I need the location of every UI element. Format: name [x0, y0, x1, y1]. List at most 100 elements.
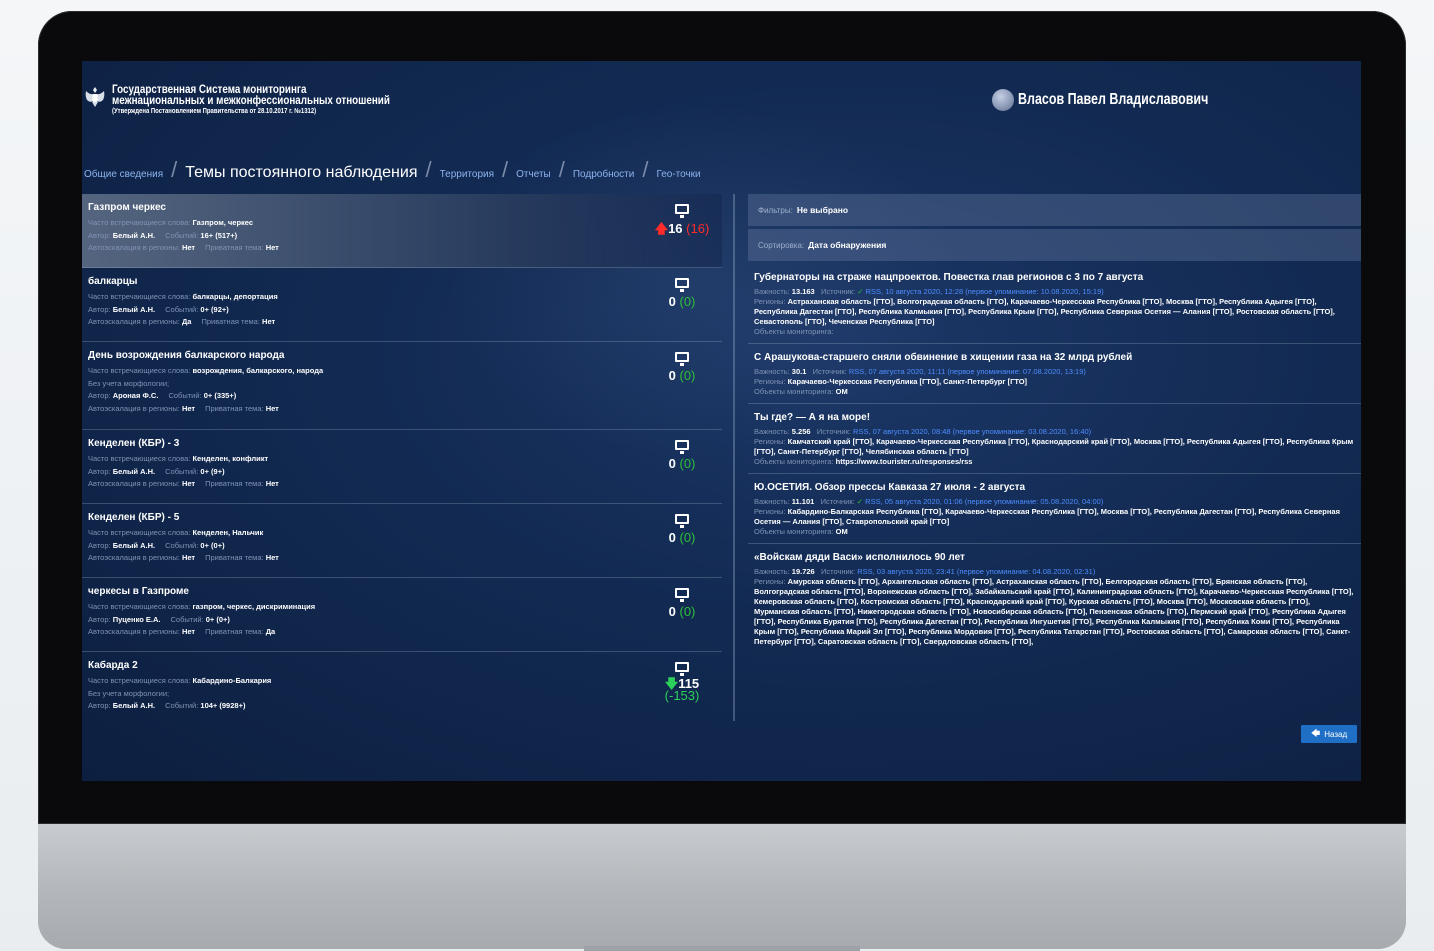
monitor-icon[interactable]: [675, 204, 689, 218]
topic-title: День возрождения балкарского народа: [88, 350, 285, 361]
topic-events: 0+ (9+): [200, 466, 225, 476]
topic-private: Нет: [265, 403, 279, 413]
check-icon: ✓: [857, 287, 864, 296]
news-title[interactable]: Губернаторы на страже нацпроектов. Повес…: [754, 272, 1355, 283]
topic-auto: Нет: [181, 627, 196, 636]
sort-bar[interactable]: Сортировка: Дата обнаружения: [748, 229, 1361, 261]
news-item[interactable]: «Войскам дяди Васи» исполнилось 90 лет В…: [748, 544, 1361, 653]
news-regions: Камчатский край [ГТО], Карачаево-Черкесс…: [754, 437, 1354, 456]
importance-label: Важность:: [754, 427, 790, 436]
news-importance: 30.1: [791, 367, 807, 376]
sort-value[interactable]: Дата обнаружения: [808, 240, 886, 250]
arrow-up-icon: 🡅: [654, 221, 669, 236]
breadcrumb-details[interactable]: Подробности: [573, 169, 634, 180]
objects-label: Объекты мониторинга:: [754, 387, 834, 396]
monitor-icon[interactable]: [675, 278, 689, 292]
monitor-icon[interactable]: [675, 352, 689, 366]
topic-auto: Нет: [181, 403, 196, 413]
topic-item[interactable]: балкарцы Часто встречающиеся слова: балк…: [82, 268, 722, 342]
breadcrumb-territory[interactable]: Территория: [440, 169, 494, 180]
news-source[interactable]: RSS, 03 августа 2020, 23:41 (первое упом…: [857, 567, 1095, 576]
topic-words: газпром, черкес, дискриминация: [192, 602, 316, 611]
topic-events: 16+ (517+): [200, 230, 238, 240]
avatar[interactable]: [992, 89, 1014, 111]
topic-item-selected[interactable]: Газпром черкес Часто встречающиеся слова…: [82, 194, 722, 268]
news-objects: ОМ: [835, 387, 848, 396]
user-name[interactable]: Власов Павел Владиславович: [1018, 91, 1208, 109]
filter-value[interactable]: Не выбрано: [797, 205, 848, 215]
breadcrumb-geo-points[interactable]: Гео-точки: [656, 169, 700, 180]
topic-item[interactable]: черкесы в Газпроме Часто встречающиеся с…: [82, 578, 722, 652]
events-label: Событий:: [170, 614, 204, 624]
topic-item[interactable]: Кабарда 2 Часто встречающиеся слова: Каб…: [82, 652, 722, 721]
news-source[interactable]: RSS, 10 августа 2020, 12:28 (первое упом…: [866, 287, 1104, 296]
topic-item[interactable]: Кенделен (КБР) - 5 Часто встречающиеся с…: [82, 504, 722, 578]
regions-label: Регионы:: [754, 507, 786, 516]
events-label: Событий:: [165, 304, 199, 314]
news-title[interactable]: Ю.ОСЕТИЯ. Обзор прессы Кавказа 27 июля -…: [754, 482, 1355, 493]
author-label: Автор:: [88, 614, 111, 624]
topic-private: Нет: [265, 479, 279, 488]
topic-delta: (0): [679, 294, 696, 309]
author-label: Автор:: [88, 230, 111, 240]
news-title[interactable]: Ты где? — А я на море!: [754, 412, 1355, 423]
source-label: Источник:: [821, 567, 856, 576]
news-source[interactable]: RSS, 07 августа 2020, 11:11 (первое упом…: [849, 367, 1086, 376]
page-background: Государственная Система мониторинга межн…: [0, 0, 1434, 951]
importance-label: Важность:: [754, 287, 790, 296]
breadcrumb-reports[interactable]: Отчеты: [516, 169, 551, 180]
news-objects: ОМ: [835, 527, 848, 536]
private-label: Приватная тема:: [205, 627, 264, 636]
filter-bar[interactable]: Фильтры: Не выбрано: [748, 194, 1361, 226]
topic-author: Белый А.Н.: [112, 540, 156, 550]
monitor-icon[interactable]: [675, 440, 689, 454]
auto-label: Автоэскалация в регионы:: [88, 403, 180, 413]
news-item[interactable]: Ю.ОСЕТИЯ. Обзор прессы Кавказа 27 июля -…: [748, 474, 1361, 544]
topics-list[interactable]: Газпром черкес Часто встречающиеся слова…: [82, 194, 722, 721]
breadcrumb-separator: /: [425, 157, 432, 182]
news-title[interactable]: «Войскам дяди Васи» исполнилось 90 лет: [754, 552, 1355, 563]
auto-label: Автоэскалация в регионы:: [88, 627, 180, 636]
news-objects[interactable]: https://www.tourister.ru/responses/rss: [836, 457, 973, 466]
topic-title: Кабарда 2: [88, 660, 138, 671]
news-item[interactable]: С Арашукова-старшего сняли обвинение в х…: [748, 344, 1361, 404]
topic-item[interactable]: Кенделен (КБР) - 3 Часто встречающиеся с…: [82, 430, 722, 504]
regions-label: Регионы:: [754, 297, 786, 306]
breadcrumb-topics-current: Темы постоянного наблюдения: [185, 164, 418, 181]
news-source[interactable]: RSS, 05 августа 2020, 01:06 (первое упом…: [865, 497, 1103, 506]
user-profile[interactable]: Власов Павел Владиславович: [992, 89, 1262, 111]
topic-private: Нет: [265, 243, 279, 252]
back-button[interactable]: 🡄 Назад: [1301, 725, 1357, 743]
topic-delta: (0): [679, 604, 696, 619]
regions-label: Регионы:: [754, 377, 786, 386]
author-label: Автор:: [88, 701, 111, 710]
importance-label: Важность:: [754, 567, 790, 576]
importance-label: Важность:: [754, 367, 790, 376]
topic-events: 0+ (0+): [205, 614, 230, 624]
words-label: Часто встречающиеся слова:: [88, 676, 191, 685]
topic-words: Кенделен, конфликт: [192, 454, 269, 463]
breadcrumb-separator: /: [642, 157, 649, 182]
events-label: Событий:: [165, 230, 199, 240]
topic-delta: (0): [679, 456, 696, 471]
monitor-icon[interactable]: [675, 588, 689, 602]
news-list[interactable]: Фильтры: Не выбрано Сортировка: Дата обнар…: [748, 194, 1361, 721]
monitor-icon[interactable]: [675, 514, 689, 528]
news-regions: Амурская область [ГТО], Архангельская об…: [754, 577, 1354, 646]
topic-words: Кабардино-Балкария: [192, 676, 272, 685]
news-regions: Астраханская область [ГТО], Волгоградска…: [754, 297, 1335, 326]
breadcrumb-general[interactable]: Общие сведения: [84, 169, 163, 180]
topic-auto: Нет: [181, 553, 196, 562]
news-title[interactable]: С Арашукова-старшего сняли обвинение в х…: [754, 352, 1355, 363]
news-source[interactable]: RSS, 07 августа 2020, 08:48 (первое упом…: [853, 427, 1091, 436]
org-title-line-2: межнациональных и межконфессиональных от…: [112, 93, 390, 107]
topic-delta: (0): [679, 368, 696, 383]
private-label: Приватная тема:: [205, 403, 264, 413]
monitor-icon[interactable]: [675, 662, 689, 676]
topic-auto: Нет: [181, 243, 196, 252]
news-item[interactable]: Ты где? — А я на море! Важность: 5.256 И…: [748, 404, 1361, 474]
news-item[interactable]: Губернаторы на страже нацпроектов. Повес…: [748, 264, 1361, 344]
source-label: Источник:: [816, 427, 851, 436]
topic-item[interactable]: День возрождения балкарского народа Част…: [82, 342, 722, 430]
panel-divider[interactable]: [733, 194, 735, 721]
